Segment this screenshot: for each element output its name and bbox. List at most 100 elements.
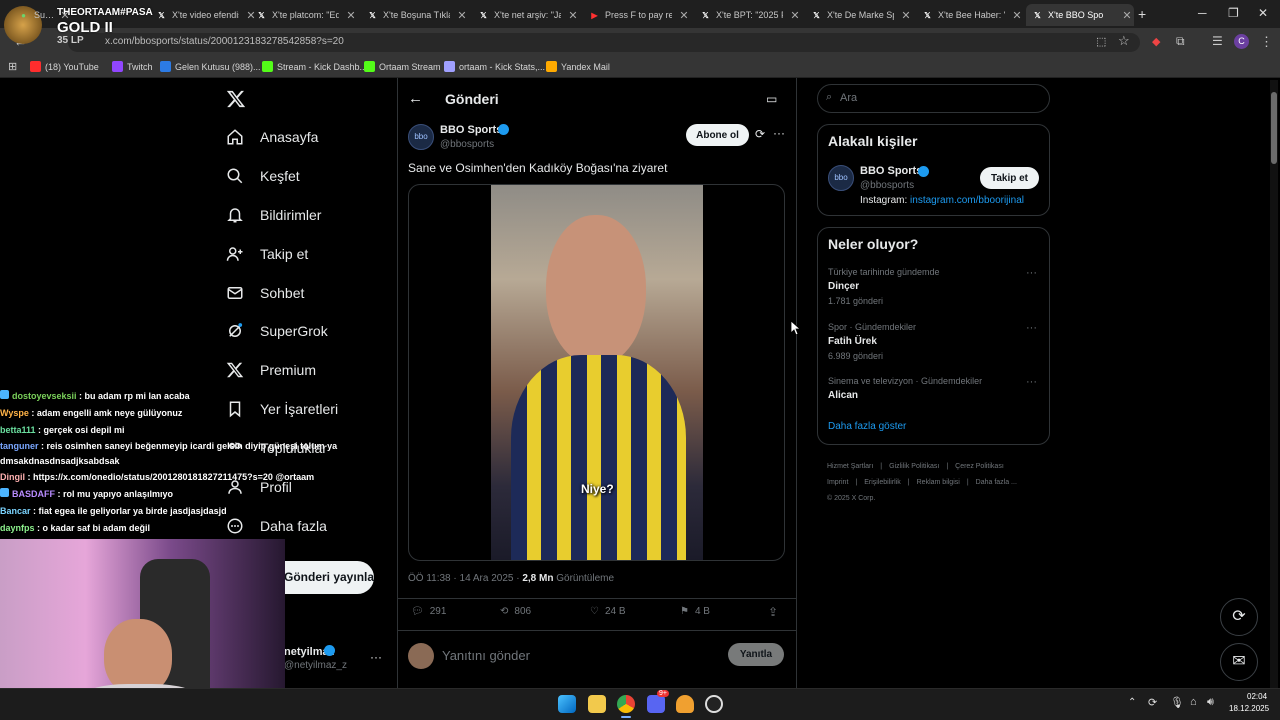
messages-float-icon[interactable]: ✉ xyxy=(1220,643,1258,681)
footer-link[interactable]: Daha fazla ... xyxy=(976,479,1017,486)
search-placeholder[interactable]: Ara xyxy=(840,92,857,104)
reader-icon[interactable]: ▭ xyxy=(766,92,777,106)
discord-icon[interactable] xyxy=(647,695,665,713)
trend-item[interactable]: Spor · Gündemdekiler Fatih Ürek 6.989 gönd… xyxy=(828,322,1038,361)
url-text[interactable]: x.com/bbosports/status/20001231832785428… xyxy=(105,36,344,47)
menu-icon[interactable]: ⋮ xyxy=(1260,34,1273,50)
tab[interactable]: ▶ Press F to pay resp ✕ xyxy=(583,4,691,26)
show-more-link[interactable]: Daha fazla göster xyxy=(828,421,906,432)
chrome-icon[interactable] xyxy=(617,695,635,713)
nav-item-bookmark[interactable]: Yer İşaretleri xyxy=(226,400,338,418)
trend-more-icon[interactable]: ··· xyxy=(1026,322,1037,334)
video-player[interactable]: Niye? xyxy=(408,184,785,561)
footer-link[interactable]: Reklam bilgisi xyxy=(917,479,960,486)
bookmark-action[interactable]: ⚑ 4 B xyxy=(680,606,710,617)
follow-button[interactable]: Takip et xyxy=(980,167,1039,189)
nav-item-communities[interactable]: Topluluklar xyxy=(226,439,327,457)
trend-more-icon[interactable]: ··· xyxy=(1026,376,1037,388)
x-logo-icon[interactable] xyxy=(226,89,246,109)
tab-close-icon[interactable]: ✕ xyxy=(899,9,913,22)
back-arrow-icon[interactable]: ← xyxy=(408,90,423,107)
sync-icon[interactable]: ⟳ xyxy=(1148,696,1157,709)
nav-item-profile[interactable]: Profil xyxy=(226,478,292,496)
trend-item[interactable]: Sinema ve televizyon · Gündemdekiler Alic… xyxy=(828,376,1038,401)
repost-action[interactable]: ⟲ 806 xyxy=(500,606,531,617)
puzzle-icon[interactable]: ⧉ xyxy=(1176,34,1185,49)
close-window-icon[interactable]: ✕ xyxy=(1258,6,1268,20)
tab[interactable]: 𝕏 X'te Bee Haber: "I ✕ xyxy=(916,4,1024,26)
related-name[interactable]: BBO Sports xyxy=(860,165,922,177)
trend-more-icon[interactable]: ··· xyxy=(1026,267,1037,279)
nav-item-follow[interactable]: Takip et xyxy=(226,245,308,263)
related-avatar[interactable]: bbo xyxy=(828,165,854,191)
trend-item[interactable]: Türkiye tarihinde gündemde Dinçer 1.781 gö… xyxy=(828,267,1038,306)
subscribe-button[interactable]: Abone ol xyxy=(686,124,749,146)
bookmark-item[interactable]: Yandex Mail xyxy=(546,61,610,72)
windows-icon[interactable] xyxy=(558,695,576,713)
tray-chevron-icon[interactable]: ⌃ xyxy=(1128,697,1136,708)
tab-close-icon[interactable]: ✕ xyxy=(455,9,469,22)
minimize-icon[interactable]: ─ xyxy=(1198,6,1207,20)
tab[interactable]: 𝕏 X'te De Marke Spo ✕ xyxy=(805,4,913,26)
install-icon[interactable]: ⬚ xyxy=(1096,35,1106,48)
tab[interactable]: 𝕏 X'te video efendis ✕ xyxy=(150,4,258,26)
bio-link[interactable]: instagram.com/bboorijinal xyxy=(910,195,1024,206)
apps-grid-icon[interactable]: ⊞ xyxy=(8,60,17,73)
footer-link[interactable]: Gizlilik Politikası xyxy=(889,463,939,470)
reply-button[interactable]: Yanıtla xyxy=(728,643,784,666)
nav-item-bell[interactable]: Bildirimler xyxy=(226,206,321,224)
like-action[interactable]: ♡ 24 B xyxy=(590,606,626,617)
tab-close-icon[interactable]: ✕ xyxy=(1010,9,1024,22)
author-name[interactable]: BBO Sports xyxy=(440,124,502,136)
tab-close-icon[interactable]: ✕ xyxy=(788,9,802,22)
nav-item-home[interactable]: Anasayfa xyxy=(226,128,318,146)
post-more-icon[interactable]: ··· xyxy=(773,126,785,140)
footer-link[interactable]: Hizmet Şartları xyxy=(827,463,873,470)
footer-link[interactable]: Erişilebilirlik xyxy=(864,479,901,486)
bookmark-item[interactable]: Stream - Kick Dashb... xyxy=(262,61,367,72)
nav-item-mail[interactable]: Sohbet xyxy=(226,284,304,302)
author-avatar[interactable]: bbo xyxy=(408,124,434,150)
reply-input[interactable]: Yanıtını gönder xyxy=(442,648,530,663)
bookmark-item[interactable]: Ortaam Stream xyxy=(364,61,441,72)
grok-float-icon[interactable]: ⟳ xyxy=(1220,598,1258,636)
tab-close-icon[interactable]: ✕ xyxy=(344,9,358,22)
tab[interactable]: 𝕏 X'te platcom: "Edi ✕ xyxy=(250,4,358,26)
new-tab-button[interactable]: + xyxy=(1138,6,1146,22)
scrollbar[interactable] xyxy=(1270,80,1278,688)
scrollbar-thumb[interactable] xyxy=(1271,92,1277,164)
maximize-icon[interactable]: ❐ xyxy=(1228,6,1239,20)
tab[interactable]: ● Su… ✕ xyxy=(12,4,72,26)
footer-link[interactable]: Çerez Politikası xyxy=(955,463,1004,470)
grok-icon[interactable]: ⟳ xyxy=(755,127,765,141)
star-icon[interactable]: ☆ xyxy=(1118,33,1130,49)
nav-item-search[interactable]: Keşfet xyxy=(226,167,300,185)
footer-link[interactable]: Imprint xyxy=(827,479,848,486)
extension-icon[interactable]: ◆ xyxy=(1152,35,1160,48)
tab-close-icon[interactable]: ✕ xyxy=(1120,9,1134,22)
profile-avatar[interactable]: C xyxy=(1234,34,1249,49)
media-icon[interactable]: ☰ xyxy=(1212,34,1223,48)
tab[interactable]: 𝕏 X'te Boşuna Tıklan ✕ xyxy=(361,4,469,26)
tab[interactable]: 𝕏 X'te BBO Spo ✕ xyxy=(1026,4,1134,26)
account-more-icon[interactable]: ··· xyxy=(370,650,382,664)
tab-close-icon[interactable]: ✕ xyxy=(58,9,72,22)
nav-item-x-logo[interactable]: Premium xyxy=(226,361,316,379)
bookmark-item[interactable]: Gelen Kutusu (988)... xyxy=(160,61,261,72)
nav-item-grok[interactable]: SuperGrok xyxy=(226,322,328,340)
bookmark-item[interactable]: ortaam - Kick Stats,... xyxy=(444,61,545,72)
share-icon[interactable]: ⇪ xyxy=(768,605,778,619)
network-icon[interactable]: ⌂ xyxy=(1190,696,1197,708)
tab[interactable]: 𝕏 X'te net arşiv: "Ja ✕ xyxy=(472,4,580,26)
nav-item-more[interactable]: Daha fazla xyxy=(226,517,327,535)
bookmark-item[interactable]: (18) YouTube xyxy=(30,61,99,72)
bookmark-item[interactable]: Twitch xyxy=(112,61,153,72)
tab-close-icon[interactable]: ✕ xyxy=(566,9,580,22)
tab[interactable]: 𝕏 X'te BPT: "2025 Fi ✕ xyxy=(694,4,802,26)
reply-action[interactable]: 💬︎ 291 xyxy=(411,606,446,617)
mic-icon[interactable]: 🎙︎ xyxy=(1170,696,1184,709)
explorer-icon[interactable] xyxy=(588,695,606,713)
obs-icon[interactable] xyxy=(705,695,723,713)
volume-icon[interactable]: 🔊︎ xyxy=(1207,696,1214,709)
app-icon[interactable] xyxy=(676,695,694,713)
